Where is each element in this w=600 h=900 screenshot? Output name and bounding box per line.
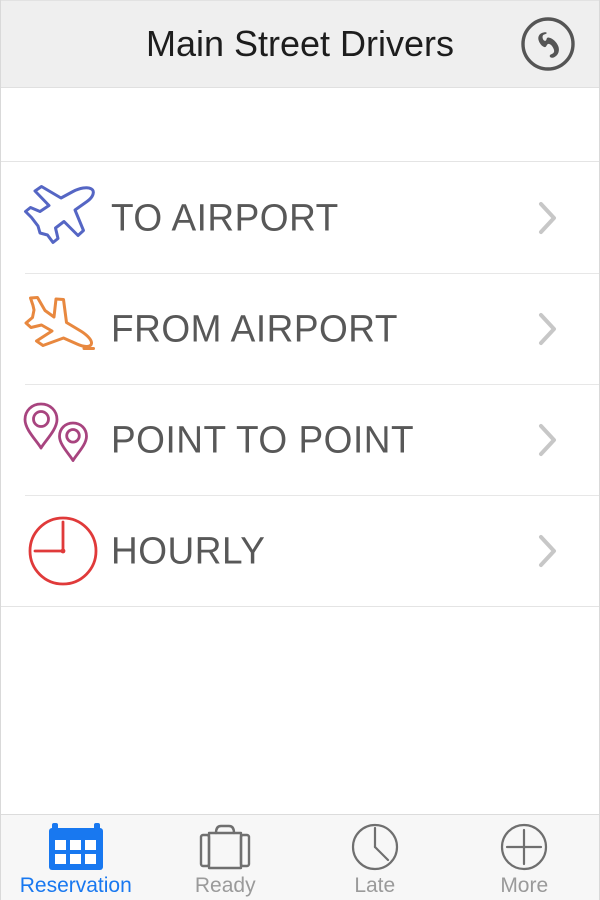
- tab-late[interactable]: Late: [300, 815, 450, 900]
- tab-more[interactable]: More: [450, 815, 600, 900]
- tab-label: Late: [354, 874, 396, 897]
- plus-circle-icon: [498, 822, 550, 872]
- tab-label: Ready: [194, 874, 256, 897]
- chevron-right-icon: [513, 200, 599, 236]
- chevron-right-icon: [513, 422, 599, 458]
- chevron-right-icon: [513, 311, 599, 347]
- clock-icon: [15, 503, 111, 599]
- content-area: TO AIRPORT FROM AIRPORT POINT TO POINT H…: [1, 88, 599, 814]
- page-title: Main Street Drivers: [145, 23, 455, 64]
- service-label: TO AIRPORT: [111, 196, 339, 239]
- airplane-landing-icon: [15, 281, 111, 377]
- phone-handset-icon: [521, 17, 575, 71]
- tab-ready[interactable]: Ready: [151, 815, 301, 900]
- service-row-point-to-point[interactable]: POINT TO POINT: [1, 384, 599, 495]
- map-pins-icon: [15, 392, 111, 488]
- service-row-hourly[interactable]: HOURLY: [1, 495, 599, 606]
- briefcase-icon: [196, 822, 254, 872]
- service-list: TO AIRPORT FROM AIRPORT POINT TO POINT H…: [1, 161, 599, 607]
- clock-icon: [349, 822, 401, 872]
- tab-bar: Reservation Ready Late More: [1, 814, 599, 900]
- app-screen: Main Street Drivers TO AIRPORT FROM AIRP…: [0, 0, 600, 900]
- bottom-spacer: [1, 607, 599, 814]
- tab-label: Reservation: [19, 874, 132, 897]
- navigation-bar: Main Street Drivers: [1, 0, 599, 88]
- calendar-icon: [47, 822, 105, 872]
- airplane-takeoff-icon: [15, 170, 111, 266]
- service-label: HOURLY: [111, 529, 266, 572]
- service-label: FROM AIRPORT: [111, 307, 398, 350]
- service-label: POINT TO POINT: [111, 418, 415, 461]
- tab-label: More: [500, 874, 549, 897]
- service-row-from-airport[interactable]: FROM AIRPORT: [1, 273, 599, 384]
- top-spacer: [1, 88, 599, 161]
- service-row-to-airport[interactable]: TO AIRPORT: [1, 162, 599, 273]
- tab-reservation[interactable]: Reservation: [1, 815, 151, 900]
- call-button[interactable]: [517, 13, 579, 75]
- chevron-right-icon: [513, 533, 599, 569]
